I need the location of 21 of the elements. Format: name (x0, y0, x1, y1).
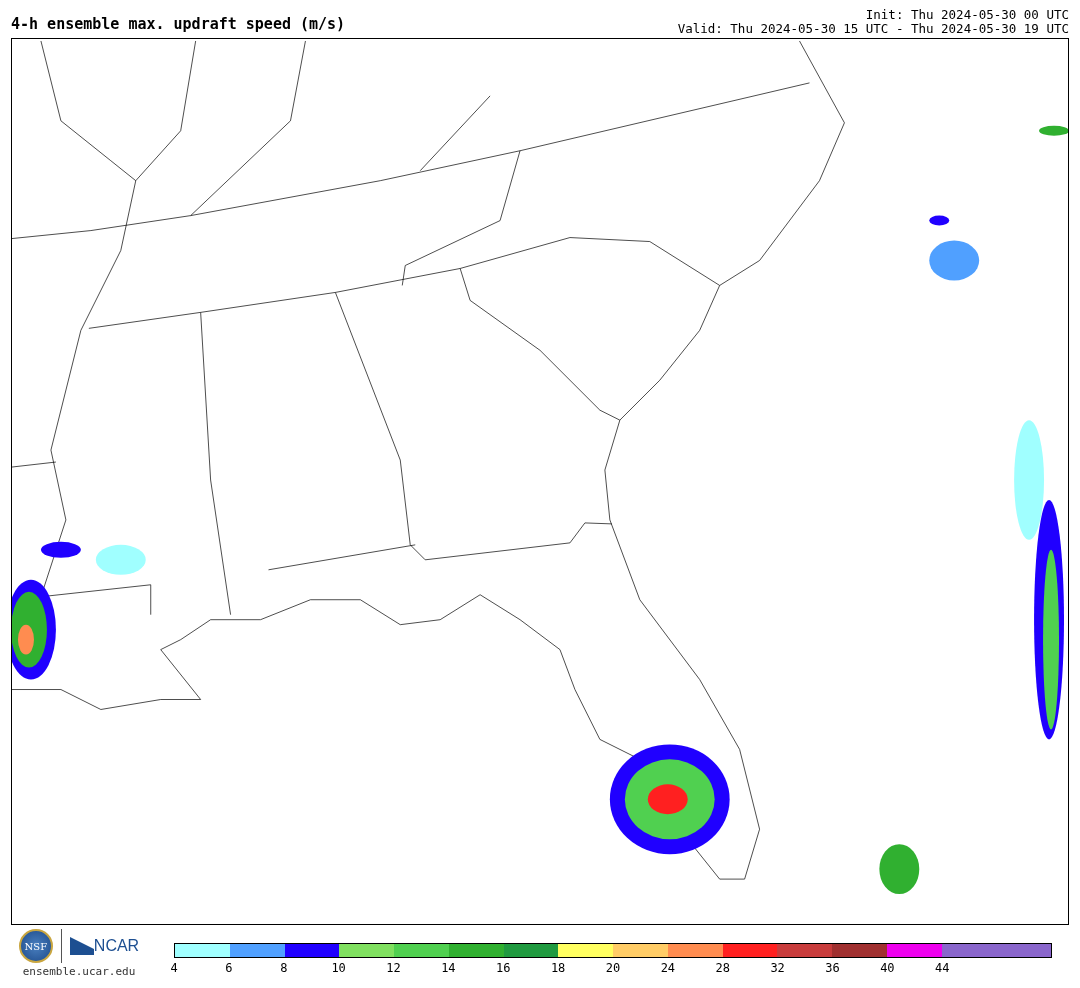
init-time: Init: Thu 2024-05-30 00 UTC (865, 8, 1069, 22)
tick-label: 18 (550, 961, 566, 975)
website-url: ensemble.ucar.edu (22, 965, 136, 978)
tick-label: 36 (825, 961, 840, 975)
tick-label: 8 (280, 961, 288, 975)
tick-label: 40 (880, 961, 895, 975)
valid-time: Valid: Thu 2024-05-30 15 UTC - Thu 2024-05-30 19 UTC (677, 22, 1069, 36)
tick-label: 24 (660, 961, 676, 975)
tick-label: 44 (935, 961, 950, 975)
chart-title: 4-h ensemble max. updraft speed (m/s) (11, 15, 346, 35)
tick-label: 6 (225, 961, 233, 975)
tick-label: 14 (441, 961, 456, 975)
tick-label: 10 (331, 961, 346, 975)
tick-label: 32 (770, 961, 785, 975)
tick-label: 4 (170, 961, 178, 975)
tick-label: 16 (496, 961, 511, 975)
ncar-logo: NCAR (69, 937, 140, 955)
tick-label: 12 (386, 961, 401, 975)
tick-label: 20 (605, 961, 621, 975)
tick-label: 28 (715, 961, 730, 975)
nsf-logo: NSF (18, 929, 53, 963)
